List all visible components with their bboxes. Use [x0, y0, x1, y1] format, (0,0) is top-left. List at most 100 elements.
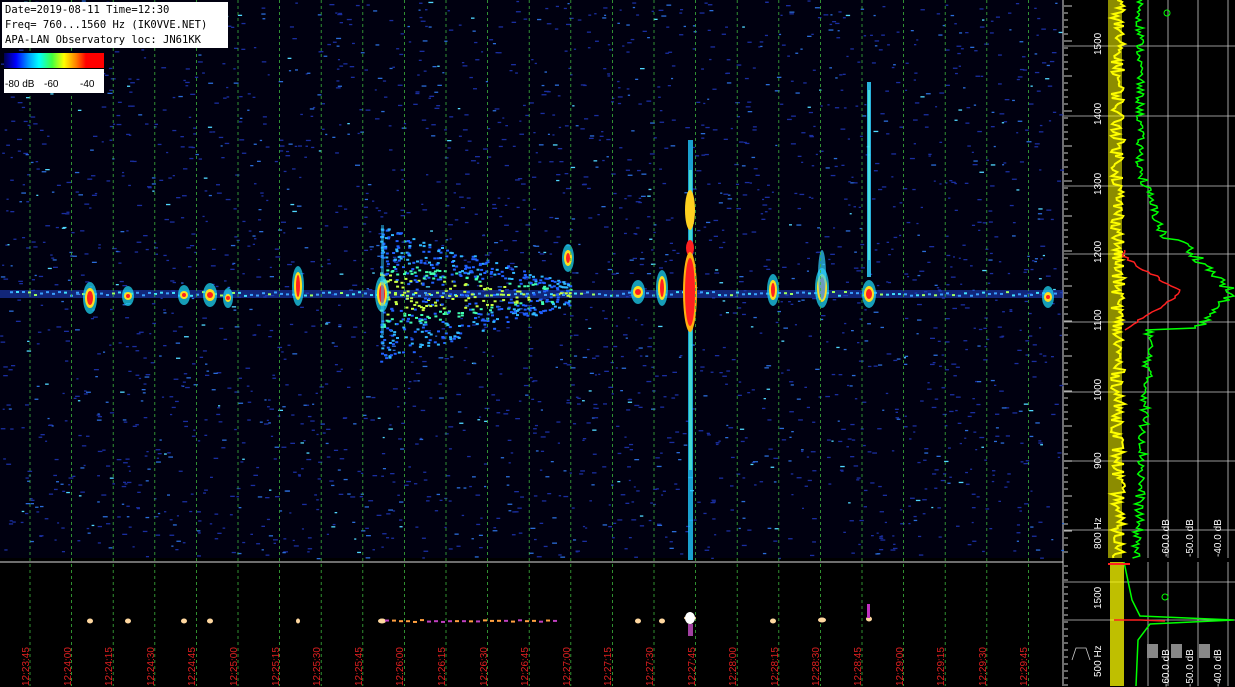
observatory-label: APA-LAN Observatory loc: JN61KK	[5, 34, 201, 46]
power-strip-cluster-dot	[546, 619, 550, 622]
time-label: 12:25:45	[353, 647, 365, 686]
power-strip-cluster-dot	[483, 619, 487, 622]
power-strip-echo	[207, 618, 213, 624]
time-label: 12:25:30	[312, 647, 324, 686]
meteor-echo-core	[771, 283, 775, 297]
power-strip-echo	[818, 617, 826, 623]
power-strip-cluster-dot	[441, 620, 445, 623]
time-label: 12:27:45	[686, 647, 698, 686]
lower-freq-label: 1500	[1093, 586, 1104, 609]
spectrum-panel-background	[1064, 0, 1235, 558]
meteor-echo-core	[866, 289, 872, 299]
time-label: 12:24:00	[62, 647, 74, 686]
time-label: 12:29:45	[1019, 647, 1031, 686]
date-time-label: Date=2019-08-11 Time=12:30	[5, 4, 170, 16]
time-label: 12:29:15	[936, 647, 948, 686]
meteor-streak-822	[818, 250, 826, 300]
lower-db-label: -40.0 dB	[1213, 649, 1224, 687]
freq-label: 900	[1093, 452, 1104, 469]
power-strip-echo	[635, 618, 641, 624]
power-strip-cluster-dot	[497, 619, 501, 622]
meteor-streak-382	[381, 225, 384, 335]
time-label: 12:28:30	[811, 647, 823, 686]
power-strip-cluster-dot	[539, 620, 543, 623]
power-strip-echo	[770, 618, 776, 624]
db-label: -40.0 dB	[1213, 519, 1224, 557]
time-label: 12:23:45	[21, 647, 32, 686]
time-label: 12:27:15	[603, 647, 615, 686]
power-strip-large-echo-tail	[688, 624, 693, 636]
time-label: 12:28:45	[853, 647, 864, 686]
time-label: 12:26:30	[478, 647, 490, 686]
color-scale-legend: -80 dB -60 -40	[4, 53, 104, 93]
power-strip-cluster-dot	[504, 619, 508, 622]
freq-label: 1300	[1093, 172, 1104, 195]
time-label: 12:26:00	[395, 647, 407, 686]
meteor-echo-core	[87, 291, 93, 305]
time-label: 12:24:30	[145, 647, 157, 686]
freq-label: 1000	[1093, 378, 1104, 401]
lower-db-label: -50.0 dB	[1185, 649, 1196, 687]
time-label: 12:25:00	[229, 647, 240, 686]
power-strip-cluster-dot	[469, 620, 473, 623]
time-label: 12:29:30	[977, 647, 989, 686]
power-strip-echo	[125, 618, 131, 624]
frequency-range-label: Freq= 760...1560 Hz (IK0VVE.NET)	[5, 19, 208, 31]
meteor-echo-core	[207, 292, 213, 298]
power-strip-echo	[87, 618, 93, 624]
power-strip-cluster-dot	[525, 620, 529, 623]
freq-label: 1400	[1093, 102, 1104, 125]
freq-label: 800 Hz	[1093, 517, 1104, 549]
meteor-echo-core	[1046, 295, 1050, 299]
time-label: 12:28:15	[769, 647, 781, 686]
power-strip-cluster-dot	[511, 620, 515, 623]
info-header: Date=2019-08-11 Time=12:30 Freq= 760...1…	[2, 2, 228, 48]
power-strip-echo	[296, 618, 300, 624]
power-strip-cluster-dot	[420, 619, 424, 622]
power-strip-cluster-dot	[518, 619, 522, 622]
color-scale-gradient	[4, 53, 104, 68]
power-strip-cluster-dot	[385, 619, 389, 622]
time-label: 12:24:15	[104, 647, 116, 686]
color-scale-max-label: -40	[80, 79, 95, 90]
power-strip-cluster-dot	[490, 619, 494, 622]
power-strip-cluster-dot	[406, 620, 410, 623]
power-strip-cluster-dot	[448, 620, 452, 623]
power-strip-cluster-dot	[532, 619, 536, 622]
meteor-echo-core	[126, 294, 130, 298]
time-label: 12:27:00	[561, 647, 573, 686]
color-scale-min-label: -80 dB	[5, 79, 35, 90]
power-strip-echo	[378, 618, 386, 624]
power-strip-cluster-dot	[413, 620, 417, 623]
time-label: 12:24:45	[187, 647, 199, 686]
spectrum-average-band	[1108, 0, 1122, 558]
freq-label: 1200	[1093, 240, 1104, 263]
spectrogram-canvas	[0, 0, 1235, 686]
power-strip-large-echo	[685, 612, 695, 624]
power-strip-cluster-dot	[427, 620, 431, 623]
power-strip-cluster-dot	[553, 619, 557, 622]
db-label-box	[1147, 644, 1158, 658]
power-strip-echo	[659, 618, 665, 624]
power-strip-cluster-dot	[392, 619, 396, 622]
power-strip-cluster-dot	[434, 620, 438, 623]
power-strip-cluster-dot	[476, 620, 480, 623]
power-strip-cluster-dot	[399, 620, 403, 623]
large-meteor-head	[685, 190, 695, 230]
spectrogram-window: Date=2019-08-11 Time=12:30 Freq= 760...1…	[0, 0, 1235, 687]
time-label: 12:29:00	[894, 647, 906, 686]
meteor-echo-core	[296, 275, 300, 297]
time-label: 12:28:00	[728, 647, 740, 686]
power-strip-cluster-dot	[455, 620, 459, 623]
db-label-box	[1171, 644, 1182, 658]
freq-label: 1100	[1093, 309, 1104, 331]
meteor-echo-core	[226, 296, 230, 300]
db-label: -50.0 dB	[1185, 519, 1196, 557]
meteor-echo-core	[566, 253, 570, 263]
lower-freq-label: 500 Hz	[1093, 645, 1104, 677]
meteor-echo-core	[660, 279, 664, 297]
time-label: 12:27:30	[645, 647, 656, 686]
panel-divider	[0, 558, 1235, 562]
large-meteor-body-core	[685, 258, 695, 326]
color-scale-mid-label: -60	[44, 79, 59, 90]
